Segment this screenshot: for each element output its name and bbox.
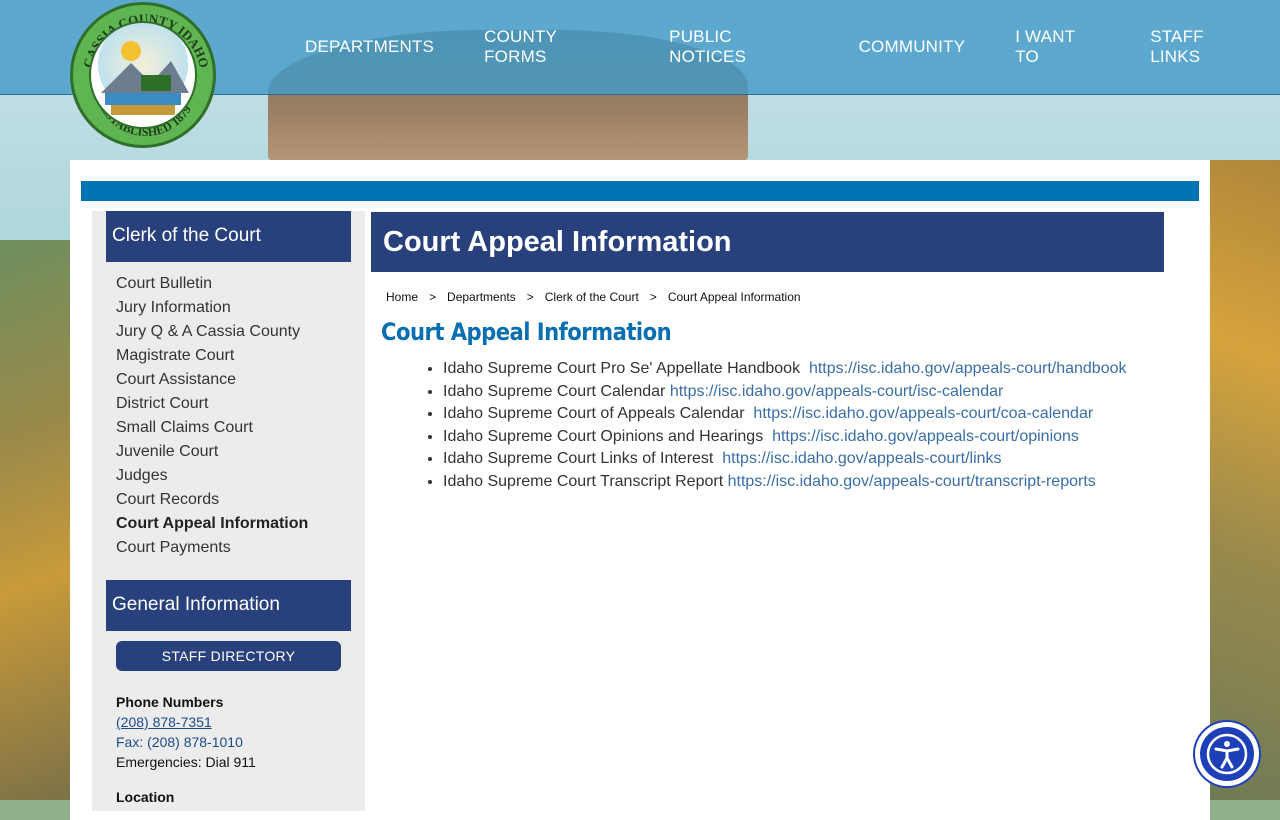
contact-info: Phone Numbers (208) 878-7351 Fax: (208) … [116, 692, 256, 807]
appeal-links-list: Idaho Supreme Court Pro Se' Appellate Ha… [420, 358, 1127, 493]
phone-link[interactable]: (208) 878-7351 [116, 714, 212, 730]
link-description: Idaho Supreme Court Opinions and Hearing… [443, 427, 764, 445]
accessibility-person-icon [1200, 727, 1254, 781]
sidebar-item-judges[interactable]: Judges [116, 464, 308, 488]
nav-community[interactable]: COMMUNITY [859, 37, 966, 57]
handbook-link[interactable]: https://isc.idaho.gov/appeals-court/hand… [809, 360, 1127, 377]
fax-number: Fax: (208) 878-1010 [116, 734, 243, 750]
sidebar-item-court-assistance[interactable]: Court Assistance [116, 368, 308, 392]
breadcrumb-separator: > [649, 290, 657, 304]
list-item: Idaho Supreme Court Opinions and Hearing… [443, 426, 1127, 449]
breadcrumb-clerk[interactable]: Clerk of the Court [545, 290, 639, 304]
breadcrumb-current: Court Appeal Information [667, 290, 801, 304]
sidebar-item-juvenile-court[interactable]: Juvenile Court [116, 440, 308, 464]
coa-calendar-link[interactable]: https://isc.idaho.gov/appeals-court/coa-… [753, 405, 1093, 422]
location-label: Location [116, 789, 175, 805]
link-description: Idaho Supreme Court Links of Interest [443, 450, 714, 467]
sidebar-menu: Court Bulletin Jury Information Jury Q &… [116, 272, 308, 560]
sidebar-item-district-court[interactable]: District Court [116, 392, 308, 416]
county-seal-logo[interactable]: CASSIA COUNTY IDAHO ESTABLISHED 1879 [70, 2, 216, 148]
link-description: Idaho Supreme Court Transcript Report [443, 472, 724, 490]
list-item: Idaho Supreme Court Links of Interest ht… [443, 448, 1127, 471]
sidebar-item-court-appeal-information[interactable]: Court Appeal Information [116, 512, 308, 536]
link-description: Idaho Supreme Court Pro Se' Appellate Ha… [443, 360, 801, 377]
list-item: Idaho Supreme Court Pro Se' Appellate Ha… [443, 358, 1127, 381]
sidebar-item-small-claims-court[interactable]: Small Claims Court [116, 416, 308, 440]
sidebar-heading: Clerk of the Court [106, 211, 351, 262]
list-item: Idaho Supreme Court of Appeals Calendar … [443, 403, 1127, 426]
list-item: Idaho Supreme Court Transcript Report ht… [443, 471, 1127, 494]
nav-county-forms[interactable]: COUNTY FORMS [484, 27, 619, 67]
content-heading: Court Appeal Information [381, 318, 672, 346]
sidebar-item-jury-qa[interactable]: Jury Q & A Cassia County [116, 320, 308, 344]
breadcrumb-separator: > [429, 290, 437, 304]
sidebar-item-magistrate-court[interactable]: Magistrate Court [116, 344, 308, 368]
list-item: Idaho Supreme Court Calendar https://isc… [443, 381, 1127, 404]
link-description: Idaho Supreme Court Calendar [443, 382, 666, 400]
breadcrumb-home[interactable]: Home [386, 290, 418, 304]
link-description: Idaho Supreme Court of Appeals Calendar [443, 405, 745, 422]
page-title: Court Appeal Information [371, 212, 1164, 272]
emergency-info: Emergencies: Dial 911 [116, 754, 256, 770]
transcript-reports-link[interactable]: https://isc.idaho.gov/appeals-court/tran… [728, 473, 1096, 490]
sidebar-item-court-payments[interactable]: Court Payments [116, 536, 308, 560]
general-info-heading: General Information [106, 580, 351, 631]
accent-bar [81, 181, 1199, 201]
sidebar-item-court-records[interactable]: Court Records [116, 488, 308, 512]
nav-i-want-to[interactable]: I WANT TO [1015, 27, 1100, 67]
sidebar-item-court-bulletin[interactable]: Court Bulletin [116, 272, 308, 296]
breadcrumb: Home > Departments > Clerk of the Court > Cour… [386, 290, 801, 304]
seal-inner-scene [89, 21, 197, 129]
opinions-link[interactable]: https://isc.idaho.gov/appeals-court/opin… [772, 428, 1079, 445]
sidebar-item-jury-information[interactable]: Jury Information [116, 296, 308, 320]
phone-numbers-label: Phone Numbers [116, 694, 224, 710]
accessibility-button[interactable] [1195, 722, 1259, 786]
nav-public-notices[interactable]: PUBLIC NOTICES [669, 27, 808, 67]
nav-departments[interactable]: DEPARTMENTS [305, 37, 434, 57]
breadcrumb-departments[interactable]: Departments [447, 290, 516, 304]
isc-calendar-link[interactable]: https://isc.idaho.gov/appeals-court/isc-… [670, 383, 1004, 400]
links-of-interest-link[interactable]: https://isc.idaho.gov/appeals-court/link… [722, 450, 1001, 467]
main-nav: DEPARTMENTS COUNTY FORMS PUBLIC NOTICES … [280, 0, 1280, 94]
breadcrumb-separator: > [526, 290, 534, 304]
staff-directory-button[interactable]: STAFF DIRECTORY [116, 641, 341, 671]
nav-staff-links[interactable]: STAFF LINKS [1150, 27, 1255, 67]
